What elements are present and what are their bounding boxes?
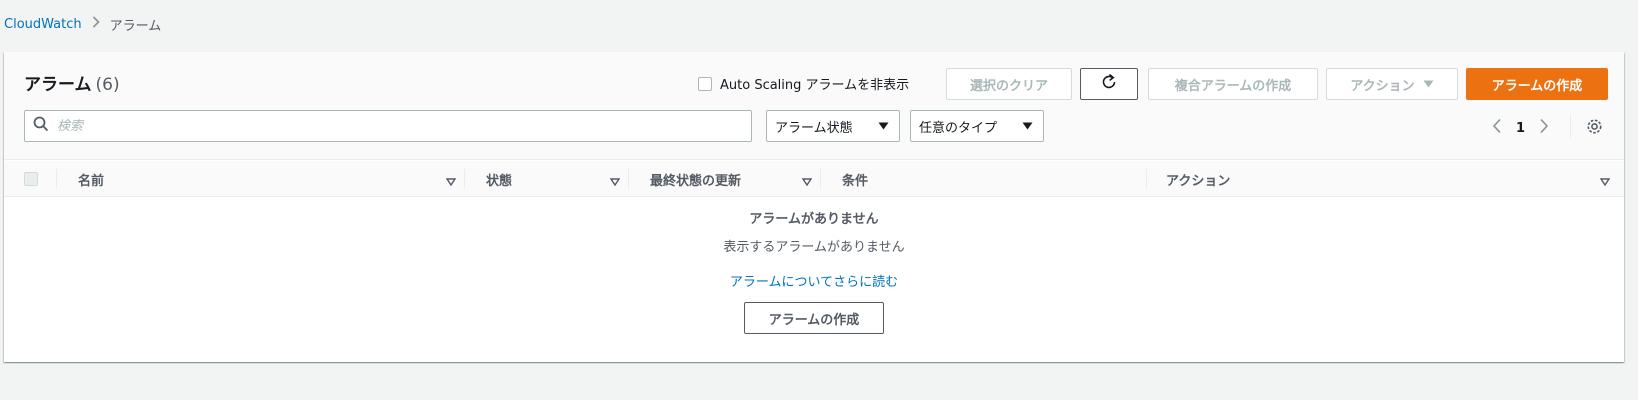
create-alarm-button[interactable]: アラームの作成 <box>1466 68 1608 100</box>
column-divider <box>1146 169 1147 189</box>
chevron-left-icon[interactable] <box>1492 118 1502 138</box>
empty-state-description: 表示するアラームがありません <box>723 240 905 255</box>
search-field[interactable] <box>24 110 752 142</box>
refresh-button[interactable] <box>1080 68 1138 100</box>
column-header-state[interactable]: 状態 <box>486 161 512 197</box>
actions-label: アクション <box>1350 78 1415 94</box>
sort-icon[interactable] <box>609 175 621 190</box>
current-page[interactable]: 1 <box>1516 121 1525 136</box>
search-icon <box>33 116 49 136</box>
chevron-right-icon[interactable] <box>1539 118 1549 138</box>
refresh-icon <box>1100 73 1118 95</box>
breadcrumb-cloudwatch[interactable]: CloudWatch <box>4 17 82 32</box>
caret-down-icon <box>878 119 889 134</box>
title-text: アラーム <box>24 75 92 95</box>
gear-icon[interactable] <box>1586 118 1603 139</box>
column-divider <box>56 169 57 189</box>
sort-icon[interactable] <box>801 175 813 190</box>
actions-dropdown[interactable]: アクション <box>1326 68 1458 100</box>
empty-state-title: アラームがありません <box>749 212 879 227</box>
alarms-panel: アラーム (6) Auto Scaling アラームを非表示 選択のクリア 複合ア… <box>4 52 1624 362</box>
alarm-type-label: 任意のタイプ <box>919 120 998 136</box>
empty-state: アラームがありません 表示するアラームがありません アラームについてさらに読む … <box>4 198 1624 334</box>
caret-down-icon <box>1022 119 1033 134</box>
page-title: アラーム (6) <box>24 70 120 95</box>
create-composite-alarm-button[interactable]: 複合アラームの作成 <box>1148 68 1318 100</box>
select-all-checkbox[interactable] <box>24 172 38 186</box>
column-divider <box>628 169 629 189</box>
chevron-right-icon <box>92 16 100 32</box>
alarm-state-select[interactable]: アラーム状態 <box>766 110 900 142</box>
table-header: 名前 状態 最終状態の更新 条件 アクション <box>4 161 1624 197</box>
alarm-type-select[interactable]: 任意のタイプ <box>910 110 1044 142</box>
empty-create-alarm-button[interactable]: アラームの作成 <box>744 302 884 334</box>
column-header-name[interactable]: 名前 <box>78 161 104 197</box>
column-header-last-update[interactable]: 最終状態の更新 <box>650 161 741 197</box>
hide-autoscaling-toggle[interactable]: Auto Scaling アラームを非表示 <box>698 74 909 93</box>
hide-autoscaling-label: Auto Scaling アラームを非表示 <box>720 78 910 93</box>
search-input[interactable] <box>57 118 751 134</box>
alarm-state-label: アラーム状態 <box>775 120 853 136</box>
hide-autoscaling-checkbox[interactable] <box>698 76 712 91</box>
alarm-count: (6) <box>95 75 120 95</box>
column-header-conditions[interactable]: 条件 <box>842 161 868 197</box>
column-divider <box>464 169 465 189</box>
breadcrumb-alarms: アラーム <box>109 18 162 34</box>
panel-header: アラーム (6) Auto Scaling アラームを非表示 選択のクリア 複合ア… <box>4 52 1624 160</box>
sort-icon[interactable] <box>1599 175 1611 190</box>
caret-down-icon <box>1423 77 1434 92</box>
pager-divider <box>1570 114 1571 138</box>
column-divider <box>820 169 821 189</box>
column-header-actions[interactable]: アクション <box>1166 161 1230 197</box>
learn-more-link[interactable]: アラームについてさらに読む <box>730 271 898 290</box>
clear-selection-button[interactable]: 選択のクリア <box>946 68 1072 100</box>
pagination: 1 <box>1492 118 1549 138</box>
breadcrumb: CloudWatch アラーム <box>4 14 161 34</box>
sort-icon[interactable] <box>445 175 457 190</box>
